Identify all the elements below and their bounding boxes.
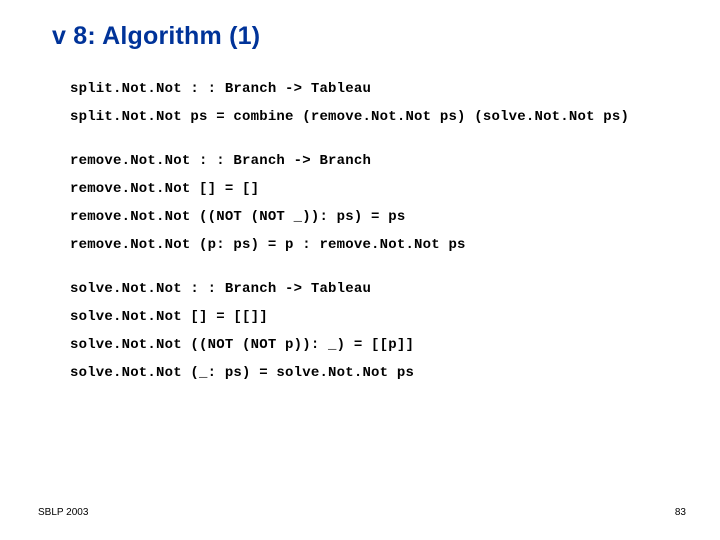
code-line: split.Not.Not ps = combine (remove.Not.N…: [70, 109, 720, 125]
footer-left: SBLP 2003: [38, 507, 88, 518]
code-block-solve: solve.Not.Not : : Branch -> Tableau solv…: [52, 281, 720, 381]
slide-title: v 8: Algorithm (1): [52, 22, 720, 51]
code-line: remove.Not.Not : : Branch -> Branch: [70, 153, 720, 169]
code-line: solve.Not.Not (_: ps) = solve.Not.Not ps: [70, 365, 720, 381]
code-line: remove.Not.Not (p: ps) = p : remove.Not.…: [70, 237, 720, 253]
code-line: solve.Not.Not ((NOT (NOT p)): _) = [[p]]: [70, 337, 720, 353]
slide: v 8: Algorithm (1) split.Not.Not : : Bra…: [0, 0, 720, 540]
code-block-remove: remove.Not.Not : : Branch -> Branch remo…: [52, 153, 720, 253]
footer-page-number: 83: [675, 507, 686, 518]
code-line: remove.Not.Not [] = []: [70, 181, 720, 197]
code-line: solve.Not.Not [] = [[]]: [70, 309, 720, 325]
code-block-split: split.Not.Not : : Branch -> Tableau spli…: [52, 81, 720, 125]
code-line: split.Not.Not : : Branch -> Tableau: [70, 81, 720, 97]
code-line: solve.Not.Not : : Branch -> Tableau: [70, 281, 720, 297]
code-line: remove.Not.Not ((NOT (NOT _)): ps) = ps: [70, 209, 720, 225]
